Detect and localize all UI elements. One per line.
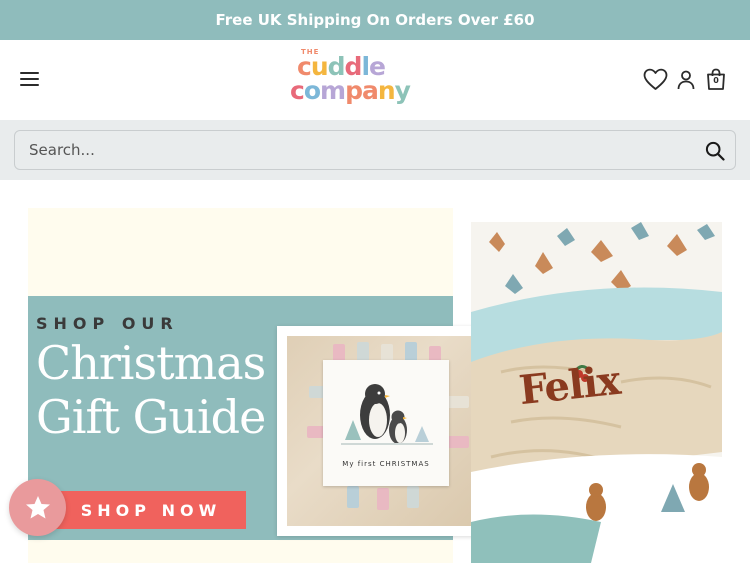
search-box	[14, 130, 736, 170]
cart-button[interactable]: 0	[706, 68, 726, 91]
wishlist-button[interactable]	[643, 68, 668, 95]
announcement-text: Free UK Shipping On Orders Over £60	[215, 11, 535, 29]
search-icon[interactable]	[705, 141, 725, 161]
logo-letter: y	[394, 76, 411, 105]
banner-title: Christmas Gift Guide	[36, 336, 266, 444]
account-button[interactable]	[677, 70, 695, 94]
logo-letter: a	[361, 76, 379, 105]
logo-letter: o	[303, 76, 321, 105]
account-icon	[677, 70, 695, 90]
site-header: THE cuddle company 0	[0, 40, 750, 120]
star-icon	[25, 496, 50, 519]
taggie-square: My first CHRISTMAS	[323, 360, 449, 486]
taggie-blanket-image: My first CHRISTMAS	[287, 336, 491, 526]
shop-now-button[interactable]: SHOP NOW	[56, 491, 246, 529]
cart-count: 0	[713, 76, 719, 85]
logo-letter: m	[320, 76, 346, 105]
logo-letter: p	[345, 76, 363, 105]
search-input[interactable]	[29, 131, 689, 169]
banner-title-line-1: Christmas	[36, 336, 266, 390]
personalised-blanket-image[interactable]: Felix	[471, 222, 722, 563]
logo-letter: c	[290, 76, 305, 105]
banner-kicker: SHOP OUR	[36, 314, 179, 333]
menu-button[interactable]	[18, 68, 42, 90]
banner-title-line-2: Gift Guide	[36, 390, 266, 444]
heart-icon	[643, 68, 668, 90]
search-section	[0, 120, 750, 180]
menu-icon	[20, 72, 39, 74]
card-text: My first CHRISTMAS	[342, 460, 430, 468]
product-photo-card[interactable]: My first CHRISTMAS	[277, 326, 501, 536]
site-logo[interactable]: THE cuddle company	[290, 48, 411, 114]
announcement-bar: Free UK Shipping On Orders Over £60	[0, 0, 750, 40]
penguin-illustration	[341, 384, 433, 445]
reviews-button[interactable]	[9, 479, 66, 536]
logo-line-2: company	[290, 76, 411, 105]
logo-letter: n	[377, 76, 396, 105]
